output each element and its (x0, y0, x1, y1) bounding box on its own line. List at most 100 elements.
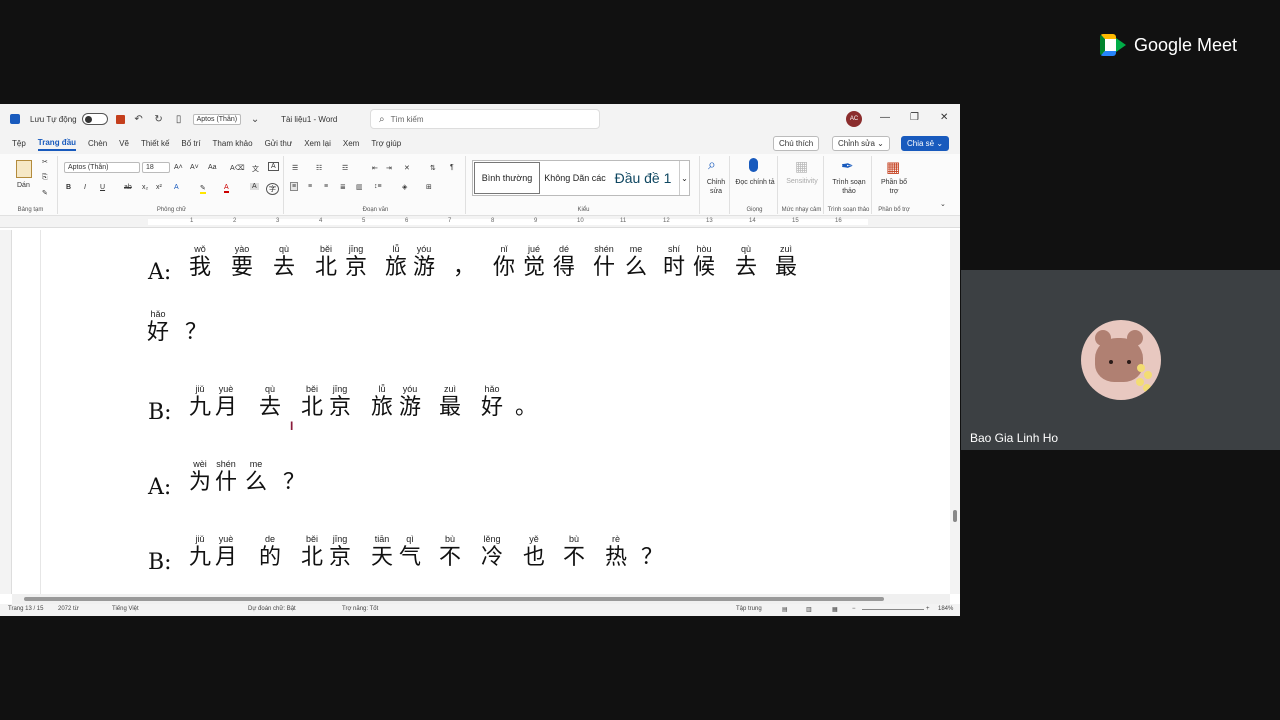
align-center-icon[interactable]: ≡ (308, 183, 312, 190)
text-effects-icon[interactable]: A (174, 184, 179, 191)
style-normal[interactable]: Bình thường (474, 162, 540, 194)
tab-mailings[interactable]: Gửi thư (265, 139, 293, 150)
read-mode-icon[interactable]: ▤ (782, 606, 788, 613)
style-heading1[interactable]: Đầu đề 1 (609, 161, 677, 195)
horizontal-ruler[interactable]: 1 2 3 4 5 6 7 8 9 10 11 12 13 14 15 16 (0, 216, 960, 228)
tab-home[interactable]: Trang đầu (37, 138, 77, 151)
status-accessibility[interactable]: Trợ năng: Tốt (342, 606, 378, 612)
cut-icon[interactable]: ✂ (42, 158, 48, 166)
highlight-icon[interactable]: ✎ (200, 184, 206, 194)
tab-insert[interactable]: Chèn (88, 139, 107, 150)
numbering-icon[interactable]: ☷ (316, 164, 322, 172)
microphone-icon[interactable] (749, 158, 758, 172)
paste-label[interactable]: Dán (17, 182, 30, 189)
underline-icon[interactable]: U (100, 184, 105, 191)
tab-file[interactable]: Tệp (12, 139, 26, 150)
vertical-scrollbar[interactable] (950, 230, 960, 594)
asian-layout-icon[interactable]: ✕ (404, 164, 410, 172)
phonetic-guide-icon[interactable]: 文 (252, 164, 259, 174)
sort-icon[interactable]: ⇅ (430, 164, 436, 172)
line-spacing-icon[interactable]: ↕≡ (374, 183, 382, 190)
addins-label[interactable]: Phần bổ trợ (876, 178, 912, 196)
restore-icon[interactable]: ❐ (910, 112, 919, 123)
print-layout-icon[interactable]: ▥ (806, 606, 812, 613)
status-page[interactable]: Trang 13 / 15 (8, 606, 43, 612)
undo-icon[interactable]: ↶ (133, 113, 145, 125)
status-zoom[interactable]: 184% (938, 606, 953, 612)
shading-icon[interactable]: ◈ (402, 183, 407, 191)
share-button[interactable]: Chia sẻ ⌄ (901, 136, 950, 151)
enclose-characters-icon[interactable]: 字 (266, 183, 279, 195)
zoom-out-icon[interactable]: − (852, 606, 856, 612)
status-focus[interactable]: Tập trung (736, 606, 762, 612)
vertical-scroll-thumb[interactable] (953, 510, 957, 522)
autosave-toggle[interactable] (81, 113, 108, 125)
participant-tile[interactable]: Bao Gia Linh Ho (961, 270, 1280, 450)
close-icon[interactable]: ✕ (940, 112, 948, 123)
addins-icon[interactable]: ▦ (886, 158, 900, 176)
tab-view[interactable]: Xem (343, 139, 359, 150)
comments-button[interactable]: Chú thích (773, 136, 820, 151)
align-left-icon[interactable]: ≡ (290, 182, 299, 191)
sensitivity-icon[interactable]: ▦ (795, 158, 808, 175)
superscript-icon[interactable]: x² (156, 184, 162, 191)
character-border-icon[interactable]: A (268, 162, 279, 171)
character-shading-icon[interactable]: A (250, 183, 259, 190)
clear-format-icon[interactable]: A⌫ (230, 164, 245, 172)
zoom-in-icon[interactable]: + (926, 606, 930, 612)
change-case-icon[interactable]: Aa (208, 164, 217, 171)
editor-label[interactable]: Trình soạn thảo (829, 178, 869, 196)
format-painter-icon[interactable]: ✎ (42, 189, 48, 197)
styles-more-icon[interactable]: ⌄ (679, 161, 689, 195)
increase-indent-icon[interactable]: ⇥ (386, 164, 392, 172)
status-language[interactable]: Tiếng Việt (112, 606, 139, 612)
find-icon[interactable]: ⌕ (708, 156, 716, 173)
grow-font-icon[interactable]: A˄ (174, 164, 183, 171)
style-no-spacing[interactable]: Không Dãn các (543, 161, 607, 195)
tab-review[interactable]: Xem lại (304, 139, 331, 150)
subscript-icon[interactable]: x₂ (142, 184, 148, 191)
decrease-indent-icon[interactable]: ⇤ (372, 164, 378, 172)
document-icon[interactable]: ▯ (173, 113, 185, 125)
redo-icon[interactable]: ↻ (153, 113, 165, 125)
web-layout-icon[interactable]: ▦ (832, 606, 838, 613)
qat-font-box[interactable]: Aptos (Thân) (192, 113, 242, 125)
editor-pen-icon[interactable]: ✒ (841, 157, 854, 175)
sensitivity-label[interactable]: Sensitivity (782, 178, 822, 185)
paste-icon[interactable] (16, 160, 32, 178)
vertical-ruler[interactable] (0, 230, 12, 594)
copy-icon[interactable]: ⎘ (42, 174, 48, 182)
tab-help[interactable]: Trợ giúp (371, 139, 401, 150)
zoom-slider[interactable] (862, 609, 924, 610)
tab-layout[interactable]: Bố trí (181, 139, 200, 150)
horizontal-scroll-thumb[interactable] (24, 597, 884, 601)
minimize-icon[interactable]: — (880, 112, 890, 123)
font-name-box[interactable]: Aptos (Thân) (64, 162, 140, 173)
save-icon[interactable] (115, 114, 125, 124)
horizontal-scrollbar[interactable] (12, 594, 950, 604)
user-avatar[interactable]: AC (846, 111, 862, 127)
shrink-font-icon[interactable]: A˅ (190, 164, 199, 171)
collapse-ribbon-icon[interactable]: ⌄ (940, 200, 946, 208)
show-marks-icon[interactable]: ¶ (450, 164, 454, 171)
status-prediction[interactable]: Dự đoán chữ: Bật (248, 606, 296, 612)
tab-design[interactable]: Thiết kế (141, 139, 169, 150)
borders-icon[interactable]: ⊞ (426, 183, 432, 191)
dictate-label[interactable]: Đọc chính tả (735, 178, 775, 187)
search-box[interactable]: ⌕ Tìm kiếm (370, 109, 600, 129)
editing-mode-button[interactable]: Chỉnh sửa ⌄ (832, 136, 890, 151)
bullets-icon[interactable]: ☰ (292, 164, 298, 172)
editing-label[interactable]: Chỉnh sửa (703, 178, 729, 196)
multilevel-list-icon[interactable]: ☲ (342, 164, 348, 172)
font-size-box[interactable]: 18 (142, 162, 170, 173)
distributed-icon[interactable]: ▥ (356, 183, 363, 191)
italic-icon[interactable]: I (84, 184, 86, 191)
justify-icon[interactable]: ≣ (340, 183, 346, 191)
font-color-icon[interactable]: A (224, 184, 229, 193)
qat-more-icon[interactable]: ⌄ (249, 113, 261, 125)
tab-references[interactable]: Tham khảo (213, 139, 253, 150)
tab-draw[interactable]: Vẽ (119, 139, 129, 150)
align-right-icon[interactable]: ≡ (324, 183, 328, 190)
status-words[interactable]: 2072 từ (58, 606, 79, 612)
bold-icon[interactable]: B (66, 184, 71, 191)
